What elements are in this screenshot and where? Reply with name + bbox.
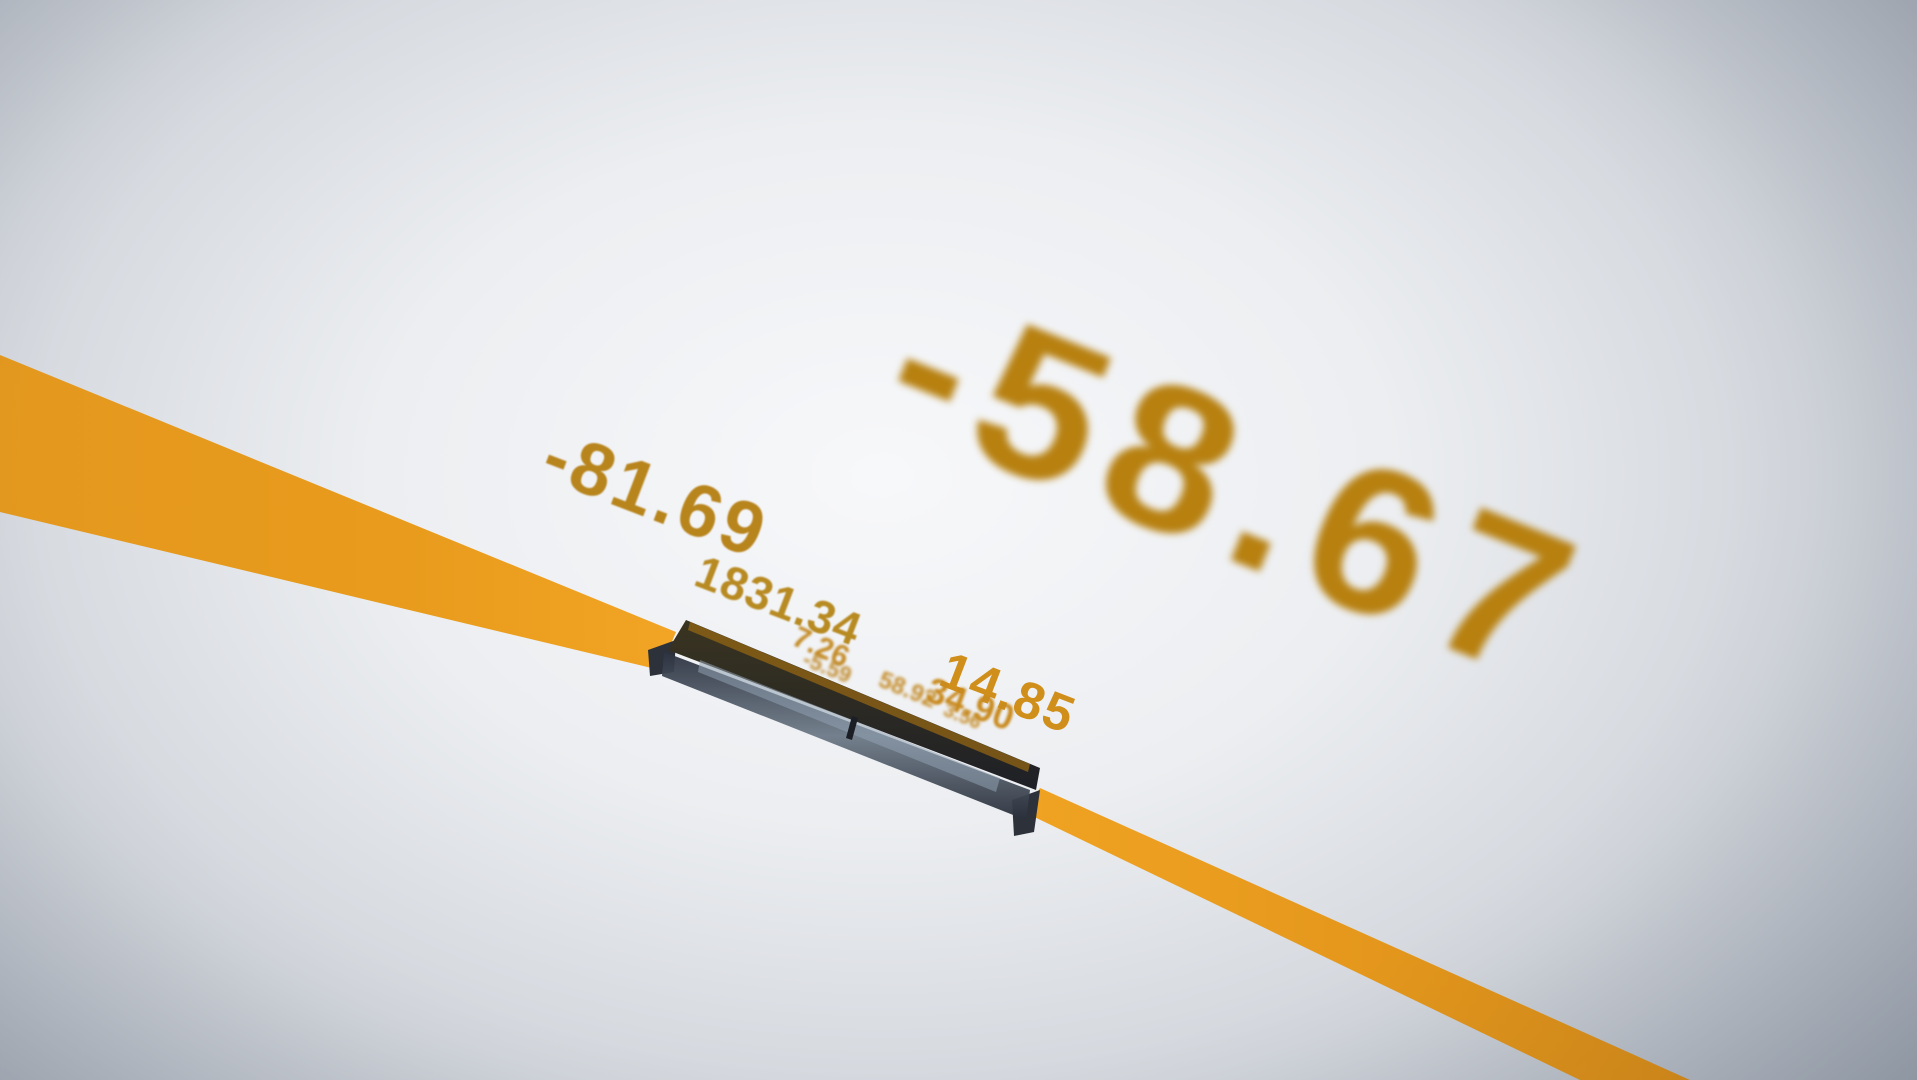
abstract-scene [0,355,1690,1080]
right-light-beam [1024,788,1690,1080]
left-light-beam [0,355,676,670]
